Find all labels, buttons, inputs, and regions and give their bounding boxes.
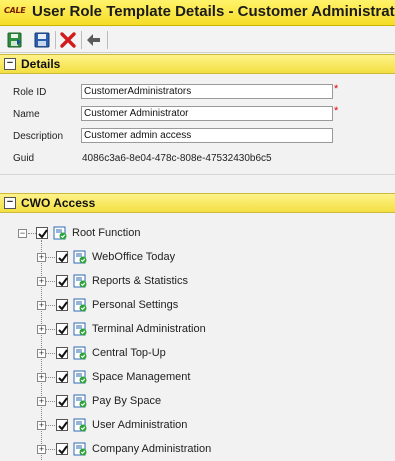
tree-node-checkbox[interactable]: [56, 323, 68, 335]
tree-node-checkbox[interactable]: [56, 395, 68, 407]
function-icon: [73, 298, 87, 312]
root-checkbox[interactable]: [36, 227, 48, 239]
checkmark-icon: [58, 277, 68, 287]
description-label: Description: [13, 131, 64, 142]
toolbar: [0, 27, 395, 53]
function-icon: [53, 226, 67, 240]
tree-node-expander[interactable]: +: [37, 421, 46, 430]
name-label: Name: [13, 109, 40, 120]
save-button[interactable]: [32, 30, 52, 50]
role-id-input[interactable]: CustomerAdministrators: [81, 84, 333, 99]
tree-node-expander[interactable]: +: [37, 445, 46, 454]
checkmark-icon: [58, 349, 68, 359]
toolbar-separator: [81, 31, 82, 49]
checkmark-icon: [58, 421, 68, 431]
guid-label: Guid: [13, 153, 35, 164]
tree-node-weboffice-today-label[interactable]: WebOffice Today: [92, 251, 175, 263]
page-title: User Role Template Details - Customer Ad…: [32, 3, 395, 20]
tree-node-expander[interactable]: +: [37, 253, 46, 262]
tree-node-checkbox[interactable]: [56, 347, 68, 359]
tree-node-expander[interactable]: +: [37, 277, 46, 286]
checkmark-icon: [58, 301, 68, 311]
tree-node-checkbox[interactable]: [56, 419, 68, 431]
checkmark-icon: [38, 229, 48, 239]
name-input[interactable]: Customer Administrator: [81, 106, 333, 121]
floppy-disk-icon: [34, 32, 50, 48]
back-button[interactable]: [84, 30, 104, 50]
description-input[interactable]: Customer admin access: [81, 128, 333, 143]
function-icon: [73, 346, 87, 360]
details-panel-header[interactable]: − Details: [0, 54, 395, 74]
toolbar-separator: [107, 31, 108, 49]
tree-node-root-label[interactable]: Root Function: [72, 227, 140, 239]
checkmark-icon: [58, 325, 68, 335]
function-icon: [73, 250, 87, 264]
function-icon: [73, 370, 87, 384]
function-icon: [73, 418, 87, 432]
tree-node-pay-by-space-label[interactable]: Pay By Space: [92, 395, 161, 407]
tree-node-personal-settings-label[interactable]: Personal Settings: [92, 299, 178, 311]
tree-node-expander[interactable]: +: [37, 349, 46, 358]
checkmark-icon: [58, 373, 68, 383]
tree-node-space-management-label[interactable]: Space Management: [92, 371, 190, 383]
root-expander[interactable]: −: [18, 229, 27, 238]
tree-node-checkbox[interactable]: [56, 251, 68, 263]
cwo-access-panel-header[interactable]: − CWO Access: [0, 193, 395, 213]
tree-node-checkbox[interactable]: [56, 443, 68, 455]
function-tree: − Root Function + WebOffice Today + Reports…: [0, 216, 395, 460]
cale-logo: CALE: [4, 6, 26, 15]
tree-node-expander[interactable]: +: [37, 373, 46, 382]
tree-node-expander[interactable]: +: [37, 325, 46, 334]
tree-node-user-administration-label[interactable]: User Administration: [92, 419, 187, 431]
checkmark-icon: [58, 397, 68, 407]
save-close-icon: [7, 32, 22, 48]
tree-node-company-administration-label[interactable]: Company Administration: [92, 443, 211, 455]
function-icon: [73, 274, 87, 288]
function-icon: [73, 394, 87, 408]
cwo-access-collapse-toggle[interactable]: −: [4, 197, 16, 209]
tree-node-expander[interactable]: +: [37, 397, 46, 406]
tree-connector: [28, 233, 36, 234]
checkmark-icon: [58, 445, 68, 455]
toolbar-separator: [55, 31, 56, 49]
tree-node-expander[interactable]: +: [37, 301, 46, 310]
details-collapse-toggle[interactable]: −: [4, 58, 16, 70]
required-marker: *: [334, 105, 339, 117]
details-panel-title: Details: [21, 57, 61, 71]
checkmark-icon: [58, 253, 68, 263]
tree-node-reports-statistics-label[interactable]: Reports & Statistics: [92, 275, 188, 287]
required-marker: *: [334, 83, 339, 95]
tree-node-checkbox[interactable]: [56, 371, 68, 383]
delete-button[interactable]: [58, 30, 78, 50]
function-icon: [73, 442, 87, 456]
function-icon: [73, 322, 87, 336]
tree-node-checkbox[interactable]: [56, 299, 68, 311]
title-bar: CALE User Role Template Details - Custom…: [0, 0, 395, 26]
cwo-access-panel-title: CWO Access: [21, 196, 96, 210]
guid-value: 4086c3a6-8e04-478c-808e-47532430b6c5: [82, 153, 272, 164]
red-x-icon: [60, 32, 76, 48]
role-id-label: Role ID: [13, 87, 47, 98]
save-close-button[interactable]: [5, 30, 25, 50]
tree-node-terminal-administration-label[interactable]: Terminal Administration: [92, 323, 206, 335]
details-panel: Role ID CustomerAdministrators * Name Cu…: [0, 75, 395, 175]
back-arrow-icon: [87, 34, 100, 46]
tree-node-central-top-up-label[interactable]: Central Top-Up: [92, 347, 166, 359]
tree-node-checkbox[interactable]: [56, 275, 68, 287]
